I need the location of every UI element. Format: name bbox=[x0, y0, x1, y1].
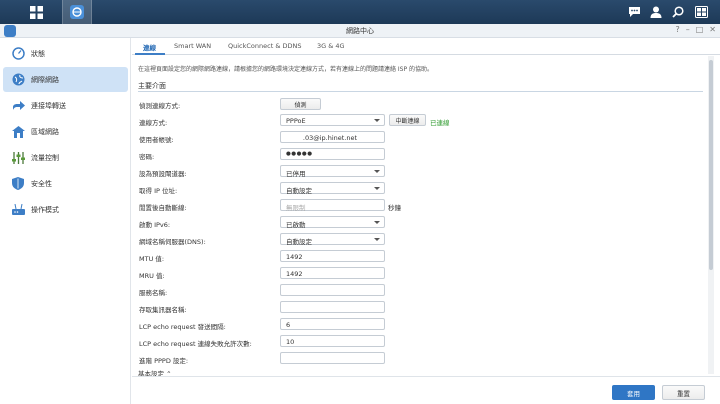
mru-label: MRU 值: bbox=[139, 272, 165, 280]
pppd-settings-input[interactable] bbox=[280, 352, 385, 364]
lcp-interval-input[interactable]: 6 bbox=[280, 318, 385, 330]
tab-bar: 連線 Smart WAN QuickConnect & DDNS 3G & 4G bbox=[132, 38, 720, 55]
chat-icon bbox=[628, 7, 640, 17]
widgets-icon bbox=[694, 6, 708, 18]
home-network-icon bbox=[11, 125, 25, 139]
sidebar: 狀態 網際網路 連接埠轉送 區域網路 流量控制 安全性 操作模式 bbox=[0, 38, 131, 404]
section-title: 主要介面 bbox=[138, 82, 166, 90]
sidebar-item-security[interactable]: 安全性 bbox=[3, 171, 128, 196]
sidebar-item-label: 流量控制 bbox=[31, 153, 59, 162]
sidebar-item-status[interactable]: 狀態 bbox=[3, 41, 128, 66]
network-center-icon bbox=[70, 5, 84, 19]
tab-connection[interactable]: 連線 bbox=[143, 42, 156, 52]
sidebar-item-label: 安全性 bbox=[31, 179, 52, 188]
network-center-taskbar-button[interactable] bbox=[62, 0, 92, 24]
window-titlebar[interactable]: 網路中心 ? – □ ✕ bbox=[0, 24, 720, 38]
scroll-thumb[interactable] bbox=[709, 60, 713, 270]
minimize-icon[interactable]: – bbox=[686, 25, 690, 34]
connection-status: 已連線 bbox=[430, 119, 450, 127]
username-label: 使用者帳號: bbox=[139, 136, 174, 144]
default-gateway-select[interactable]: 已停用 bbox=[280, 165, 385, 178]
tab-3g-4g[interactable]: 3G & 4G bbox=[317, 42, 345, 50]
sidebar-item-operation-mode[interactable]: 操作模式 bbox=[3, 197, 128, 222]
connection-type-label: 連線方式: bbox=[139, 119, 168, 127]
idle-disconnect-label: 閒置後自動斷線: bbox=[139, 204, 187, 212]
tab-quickconnect-ddns[interactable]: QuickConnect & DDNS bbox=[228, 42, 301, 50]
sidebar-item-label: 區域網路 bbox=[31, 127, 59, 136]
connection-type-select[interactable]: PPPoE bbox=[280, 114, 385, 126]
disconnect-button[interactable]: 中斷連線 bbox=[389, 114, 426, 126]
username-input[interactable]: .03@ip.hinet.net bbox=[280, 131, 385, 143]
router-icon bbox=[11, 203, 25, 217]
maximize-icon[interactable]: □ bbox=[696, 25, 704, 34]
password-label: 密碼: bbox=[139, 153, 155, 161]
chat-button[interactable] bbox=[623, 0, 645, 24]
footer: 套用 重置 bbox=[132, 376, 720, 404]
page-description: 在這裡頁面設定您的網際網路連線，請根據您的網路環境決定連線方式，若有連線上的問題… bbox=[138, 66, 434, 73]
get-ip-label: 取得 IP 位址: bbox=[139, 187, 178, 195]
access-concentrator-input[interactable] bbox=[280, 301, 385, 313]
detect-connection-label: 偵測連線方式: bbox=[139, 102, 181, 110]
reset-button[interactable]: 重置 bbox=[662, 385, 705, 400]
search-button[interactable] bbox=[667, 0, 689, 24]
globe-icon bbox=[11, 73, 25, 87]
password-input[interactable]: ●●●●● bbox=[280, 148, 385, 160]
lcp-failure-input[interactable]: 10 bbox=[280, 335, 385, 347]
sidebar-item-port-forwarding[interactable]: 連接埠轉送 bbox=[3, 93, 128, 118]
detect-button[interactable]: 偵測 bbox=[280, 98, 321, 110]
sidebar-item-internet[interactable]: 網際網路 bbox=[3, 67, 128, 92]
dns-label: 網域名稱伺服器(DNS): bbox=[139, 238, 206, 246]
main-content: 在這裡頁面設定您的網際網路連線，請根據您的網路環境決定連線方式，若有連線上的問題… bbox=[132, 56, 707, 378]
ipv6-label: 啟動 IPv6: bbox=[139, 221, 171, 229]
help-icon[interactable]: ? bbox=[675, 25, 679, 34]
mru-input[interactable]: 1492 bbox=[280, 267, 385, 279]
service-name-input[interactable] bbox=[280, 284, 385, 296]
grid-icon bbox=[29, 5, 43, 19]
window-controls: ? – □ ✕ bbox=[675, 25, 716, 34]
pppd-settings-label: 進階 PPPD 設定: bbox=[139, 357, 189, 365]
sidebar-item-local-network[interactable]: 區域網路 bbox=[3, 119, 128, 144]
idle-disconnect-input[interactable]: 無限制 bbox=[280, 199, 385, 212]
apply-button[interactable]: 套用 bbox=[612, 385, 655, 400]
section-divider bbox=[138, 91, 703, 92]
user-button[interactable] bbox=[645, 0, 667, 24]
mtu-label: MTU 值: bbox=[139, 255, 165, 263]
get-ip-select[interactable]: 自動設定 bbox=[280, 182, 385, 195]
active-tab-indicator bbox=[135, 53, 165, 55]
content-scrollbar[interactable] bbox=[708, 56, 714, 374]
forward-arrow-icon bbox=[11, 99, 25, 113]
sliders-icon bbox=[11, 151, 25, 165]
sidebar-item-traffic-control[interactable]: 流量控制 bbox=[3, 145, 128, 170]
sidebar-item-label: 操作模式 bbox=[31, 205, 59, 214]
tab-smart-wan[interactable]: Smart WAN bbox=[174, 42, 211, 50]
service-name-label: 服務名稱: bbox=[139, 289, 168, 297]
sidebar-item-label: 狀態 bbox=[31, 49, 45, 58]
sidebar-item-label: 連接埠轉送 bbox=[31, 101, 66, 110]
mtu-input[interactable]: 1492 bbox=[280, 250, 385, 262]
dns-select[interactable]: 自動設定 bbox=[280, 233, 385, 246]
lcp-failure-label: LCP echo request 連線失敗允許次數: bbox=[139, 340, 252, 348]
taskbar bbox=[0, 0, 720, 24]
widgets-button[interactable] bbox=[690, 0, 712, 24]
sidebar-item-label: 網際網路 bbox=[31, 75, 59, 84]
shield-icon bbox=[11, 177, 25, 191]
gauge-icon bbox=[11, 47, 25, 61]
seconds-unit: 秒鐘 bbox=[388, 204, 401, 212]
default-gateway-label: 設為預設閘道器: bbox=[139, 170, 187, 178]
window-title: 網路中心 bbox=[346, 27, 374, 35]
user-icon bbox=[650, 6, 662, 18]
close-icon[interactable]: ✕ bbox=[709, 25, 716, 34]
lcp-interval-label: LCP echo request 發送間隔: bbox=[139, 323, 226, 331]
ipv6-select[interactable]: 已啟動 bbox=[280, 216, 385, 229]
access-concentrator-label: 存取集訊器名稱: bbox=[139, 306, 187, 314]
main-menu-button[interactable] bbox=[22, 0, 50, 24]
search-icon bbox=[672, 6, 684, 18]
